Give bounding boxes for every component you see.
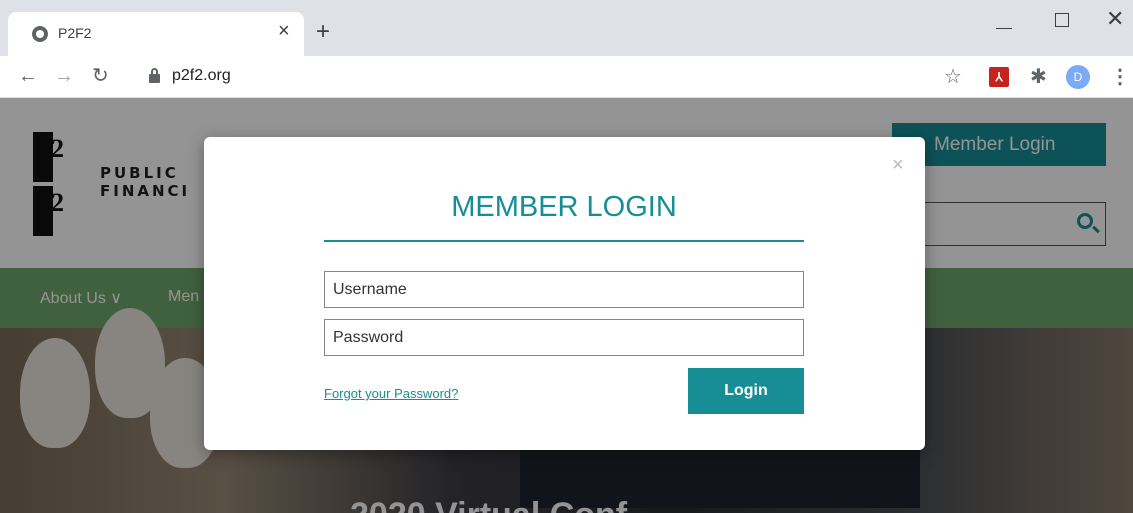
reload-icon[interactable]: ↻ <box>92 64 109 88</box>
lock-icon[interactable] <box>149 68 160 83</box>
modal-title: MEMBER LOGIN <box>451 191 677 223</box>
window-close-icon[interactable]: ✕ <box>1106 6 1124 32</box>
address-bar[interactable]: p2f2.org <box>172 67 231 85</box>
title-divider <box>324 240 804 242</box>
globe-icon <box>32 26 48 42</box>
kebab-menu-icon[interactable]: ⋮ <box>1110 64 1130 89</box>
minimize-icon[interactable] <box>996 28 1012 29</box>
username-field[interactable] <box>324 271 804 308</box>
tab-title: P2F2 <box>58 25 92 41</box>
forward-arrow-icon[interactable]: → <box>54 64 74 88</box>
profile-avatar[interactable]: D <box>1066 65 1090 89</box>
bookmark-star-icon[interactable]: ☆ <box>944 64 962 89</box>
member-login-modal: × MEMBER LOGIN Forgot your Password? Log… <box>204 137 925 450</box>
tab-close-icon[interactable]: × <box>278 21 290 41</box>
browser-toolbar: ← → ↻ p2f2.org ☆ ⅄ ✱ D ⋮ <box>0 56 1133 98</box>
extensions-puzzle-icon[interactable]: ✱ <box>1030 64 1047 89</box>
forgot-password-link[interactable]: Forgot your Password? <box>324 386 458 401</box>
password-field[interactable] <box>324 319 804 356</box>
new-tab-icon[interactable]: + <box>316 20 330 44</box>
maximize-icon[interactable] <box>1055 13 1069 27</box>
modal-close-icon[interactable]: × <box>892 155 904 175</box>
browser-tab[interactable]: P2F2 × <box>8 12 304 56</box>
login-button[interactable]: Login <box>688 368 804 414</box>
pdf-extension-icon[interactable]: ⅄ <box>989 67 1009 87</box>
browser-tab-strip: P2F2 × + ✕ <box>0 0 1133 56</box>
back-arrow-icon[interactable]: ← <box>18 64 38 88</box>
